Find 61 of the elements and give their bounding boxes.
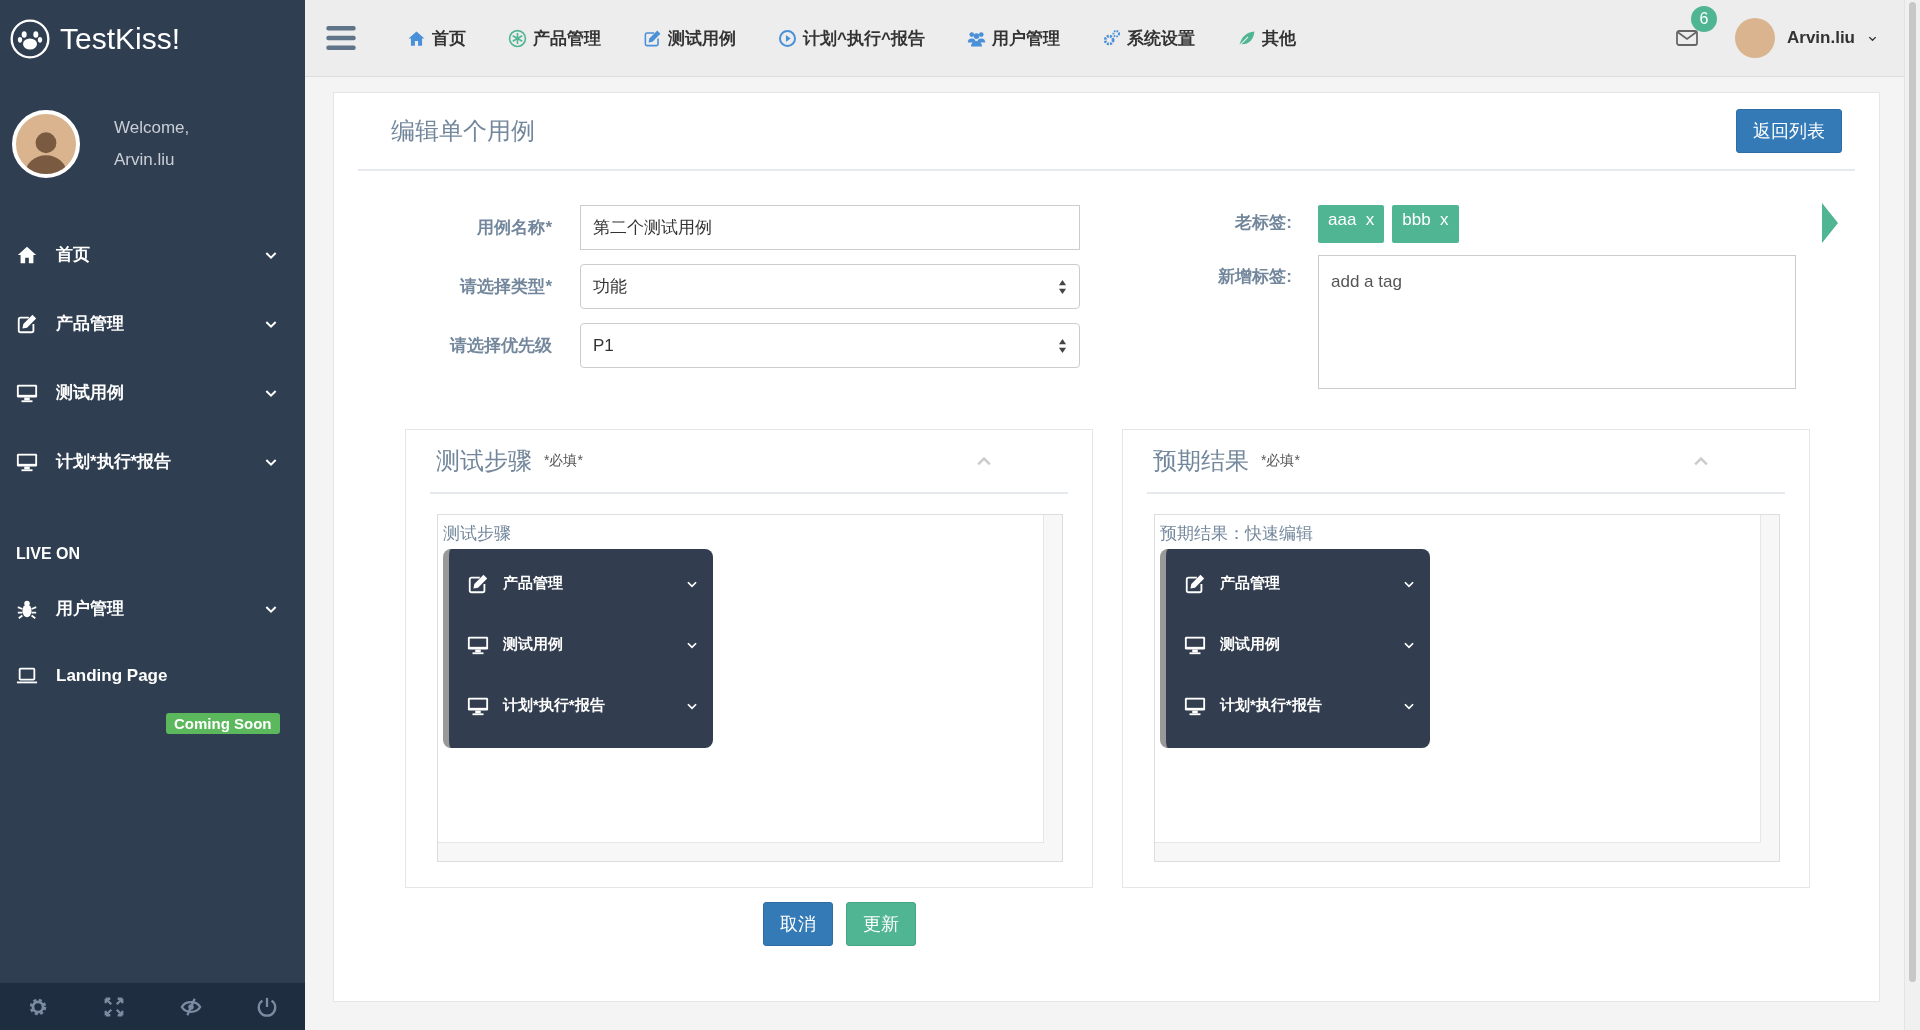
menu-item[interactable]: 计划*执行*报告 (449, 675, 713, 736)
triangle-right-icon[interactable] (1822, 203, 1838, 243)
sidebar-menu-item[interactable]: 计划*执行*报告 (0, 427, 305, 496)
user-name: Arvin.liu (114, 148, 176, 171)
edit-icon (643, 28, 662, 48)
menu-item[interactable]: 产品管理 (1166, 553, 1430, 614)
sidebar-menu-item[interactable]: 产品管理 (0, 289, 305, 358)
editor-label: 测试步骤 (443, 523, 511, 545)
field-label: 请选择类型* (458, 276, 552, 298)
select-field[interactable]: 功能 (580, 264, 1080, 309)
nav-link[interactable]: 产品管理 (502, 26, 607, 50)
sidebar-section-heading: LIVE ON (16, 544, 81, 564)
avatar (1735, 18, 1775, 58)
power-icon[interactable] (255, 995, 278, 1018)
required-note: *必填* (1261, 452, 1301, 470)
welcome-text: Welcome, (114, 116, 190, 139)
page-title: 编辑单个用例 (391, 116, 535, 146)
rich-text-editor[interactable]: 测试步骤 产品管理 测试用例 计划*执行*报告 (437, 514, 1063, 862)
editor-label: 预期结果：快速编辑 (1160, 523, 1313, 545)
name-input[interactable]: 第二个测试用例 (580, 205, 1080, 250)
field-label: 老标签: (1234, 212, 1292, 234)
user-menu[interactable]: Arvin.liu (1735, 18, 1878, 58)
menu-item[interactable]: 测试用例 (449, 614, 713, 675)
menu-item[interactable]: 产品管理 (449, 553, 713, 614)
nav-link[interactable]: 测试用例 (637, 26, 742, 50)
edit-icon (467, 572, 489, 595)
field-label: 用例名称* (476, 217, 552, 239)
play-circle-icon (778, 28, 797, 48)
menu-item[interactable]: 测试用例 (1166, 614, 1430, 675)
nav-link[interactable]: 计划^执行^报告 (772, 26, 931, 50)
required-note: *必填* (544, 452, 584, 470)
field-label: 新增标签: (1217, 266, 1292, 288)
sidebar-menu-item[interactable]: 测试用例 (0, 358, 305, 427)
sort-arrows-icon (1058, 278, 1067, 295)
rich-text-editor[interactable]: 预期结果：快速编辑 产品管理 测试用例 计划*执行*报告 (1154, 514, 1780, 862)
back-to-list-button[interactable]: 返回列表 (1736, 109, 1842, 153)
nav-link[interactable]: 用户管理 (960, 26, 1066, 50)
fullscreen-icon[interactable] (103, 995, 126, 1018)
panel-title: 预期结果 (1153, 446, 1249, 476)
nav-link[interactable]: 首页 (401, 26, 472, 50)
nav-link[interactable]: 系统设置 (1095, 26, 1201, 50)
home-icon (407, 28, 426, 48)
select-field[interactable]: P1 (580, 323, 1080, 368)
cancel-button[interactable]: 取消 (763, 902, 833, 946)
sidebar-link[interactable]: Landing Page (0, 657, 305, 695)
asterisk-circle-icon (508, 28, 527, 48)
gears-icon (1101, 28, 1121, 48)
edit-icon (1184, 572, 1206, 595)
coming-soon-badge: Coming Soon (166, 713, 280, 734)
menu-item[interactable]: 计划*执行*报告 (1166, 675, 1430, 736)
nav-link[interactable]: 其他 (1230, 26, 1302, 50)
field-label: 请选择优先级 (448, 335, 552, 357)
sidebar-menu-item[interactable]: 用户管理 (0, 574, 305, 643)
notification-count-badge: 6 (1691, 6, 1717, 32)
panel-title: 测试步骤 (436, 446, 532, 476)
new-tag-input[interactable]: add a tag (1318, 255, 1796, 389)
edit-icon (16, 312, 38, 335)
sort-arrows-icon (1058, 337, 1067, 354)
brand-name: TestKiss! (60, 21, 181, 56)
paw-logo-icon (10, 18, 50, 59)
sidebar-menu-item[interactable]: 首页 (0, 220, 305, 289)
